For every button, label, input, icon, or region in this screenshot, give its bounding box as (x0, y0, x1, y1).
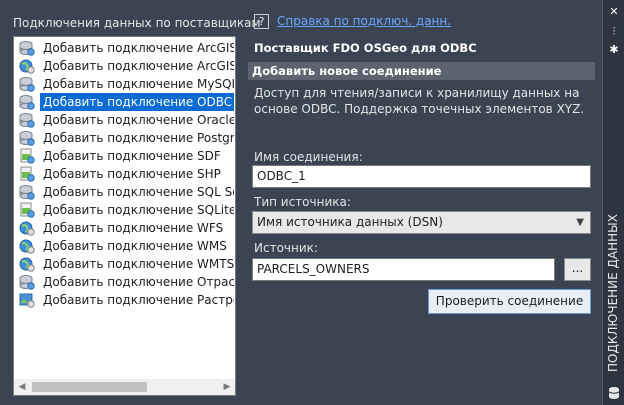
connection-name-label: Имя соединения: (254, 150, 363, 164)
database-icon (19, 94, 35, 110)
database-icon (19, 40, 35, 56)
list-item[interactable]: Добавить подключение SQL Server (16, 183, 234, 201)
list-item[interactable]: Добавить подключение WFS (16, 219, 234, 237)
verify-connection-button[interactable]: Проверить соединение (428, 289, 591, 314)
list-item-label: Добавить подключение SHP (43, 167, 221, 181)
list-item-label: Добавить подключение SDF (43, 149, 221, 163)
palette-content: Подключения данных по поставщикам Добави… (1, 1, 601, 403)
database-icon (19, 274, 35, 290)
list-item[interactable]: Добавить подключение Oracle (16, 111, 234, 129)
browse-button[interactable]: ... (564, 258, 591, 281)
palette-title: ПОДКЛЮЧЕНИЕ ДАННЫХ (606, 214, 620, 372)
globe-icon (19, 58, 35, 74)
list-item-label: Добавить подключение SQL Server (43, 185, 234, 199)
provider-title: Поставщик FDO OSGeo для ODBC (254, 41, 477, 55)
list-item-label: Добавить подключение WFS (43, 221, 224, 235)
source-type-label: Тип источника: (254, 195, 351, 209)
list-item-label: Добавить подключение ODBC (40, 93, 234, 111)
data-connect-palette: Подключения данных по поставщикам Добави… (0, 0, 624, 405)
scroll-right-icon[interactable]: ▶ (219, 379, 235, 395)
raster-icon (19, 292, 35, 308)
database-icon (19, 76, 35, 92)
list-item-label: Добавить подключение ArcGIS (43, 41, 234, 55)
palette-title-strip: ✕ ⫶ ✱ ПОДКЛЮЧЕНИЕ ДАННЫХ (602, 0, 624, 405)
list-item[interactable]: Добавить подключение SQLite (16, 201, 234, 219)
close-icon[interactable]: ✕ (606, 4, 622, 20)
section-header: Добавить новое соединение (248, 62, 595, 80)
list-item[interactable]: Добавить подключение MySQL (16, 75, 234, 93)
section-description: Доступ для чтения/записи к хранилищу дан… (254, 86, 585, 116)
help-icon[interactable]: ? (254, 14, 269, 29)
chevron-down-icon: ▼ (576, 217, 584, 228)
list-item-label: Добавить подключение SQLite (43, 203, 234, 217)
file-map-icon (19, 202, 35, 218)
list-item-label: Добавить подключение WMTS (43, 257, 234, 271)
section-title: Добавить новое соединение (252, 64, 442, 78)
source-type-value: Имя источника данных (DSN) (257, 215, 443, 229)
file-map-icon (19, 166, 35, 182)
database-icon (19, 184, 35, 200)
list-item[interactable]: Добавить подключение WMS (16, 237, 234, 255)
globe-icon (19, 220, 35, 236)
source-label: Источник: (254, 241, 318, 255)
database-icon (606, 386, 622, 402)
list-item-label: Добавить подключение Oracle (43, 113, 234, 127)
providers-list[interactable]: Добавить подключение ArcGIS Добавить подк… (13, 36, 236, 396)
settings-icon[interactable]: ✱ (606, 42, 622, 58)
help-link[interactable]: Справка по подключ. данн. (277, 14, 451, 28)
source-type-select[interactable]: Имя источника данных (DSN) ▼ (252, 211, 591, 234)
file-map-icon (19, 148, 35, 164)
globe-icon (19, 256, 35, 272)
database-icon (19, 130, 35, 146)
list-item-label: Добавить подключение MySQL (43, 77, 234, 91)
providers-panel-title: Подключения данных по поставщикам (13, 16, 261, 30)
list-item[interactable]: Добавить подключение Растровое (16, 291, 234, 309)
list-item[interactable]: Добавить подключение SDF (16, 147, 234, 165)
list-item-label: Добавить подключение PostgreSQL (43, 131, 234, 145)
list-item-label: Добавить подключение ArcGIS Onli (43, 59, 234, 73)
list-item-label: Добавить подключение Растровое (43, 293, 234, 307)
list-item[interactable]: Добавить подключение PostgreSQL (16, 129, 234, 147)
globe-icon (19, 238, 35, 254)
list-item[interactable]: Добавить подключение WMTS (16, 255, 234, 273)
list-item-label: Добавить подключение Отраслева (43, 275, 234, 289)
horizontal-scrollbar[interactable]: ◀ ▶ (14, 379, 235, 395)
source-input[interactable]: PARCELS_OWNERS (252, 258, 555, 281)
pin-icon[interactable]: ⫶ (606, 24, 622, 40)
list-item[interactable]: Добавить подключение ArcGIS (16, 39, 234, 57)
list-item[interactable]: Добавить подключение SHP (16, 165, 234, 183)
scroll-left-icon[interactable]: ◀ (14, 379, 30, 395)
connection-name-input[interactable]: ODBC_1 (252, 165, 591, 188)
scrollbar-thumb[interactable] (32, 382, 147, 392)
list-item-label: Добавить подключение WMS (43, 239, 227, 253)
list-item[interactable]: Добавить подключение ArcGIS Onli (16, 57, 234, 75)
database-icon (19, 112, 35, 128)
list-item[interactable]: Добавить подключение Отраслева (16, 273, 234, 291)
list-item[interactable]: Добавить подключение ODBC (16, 93, 234, 111)
